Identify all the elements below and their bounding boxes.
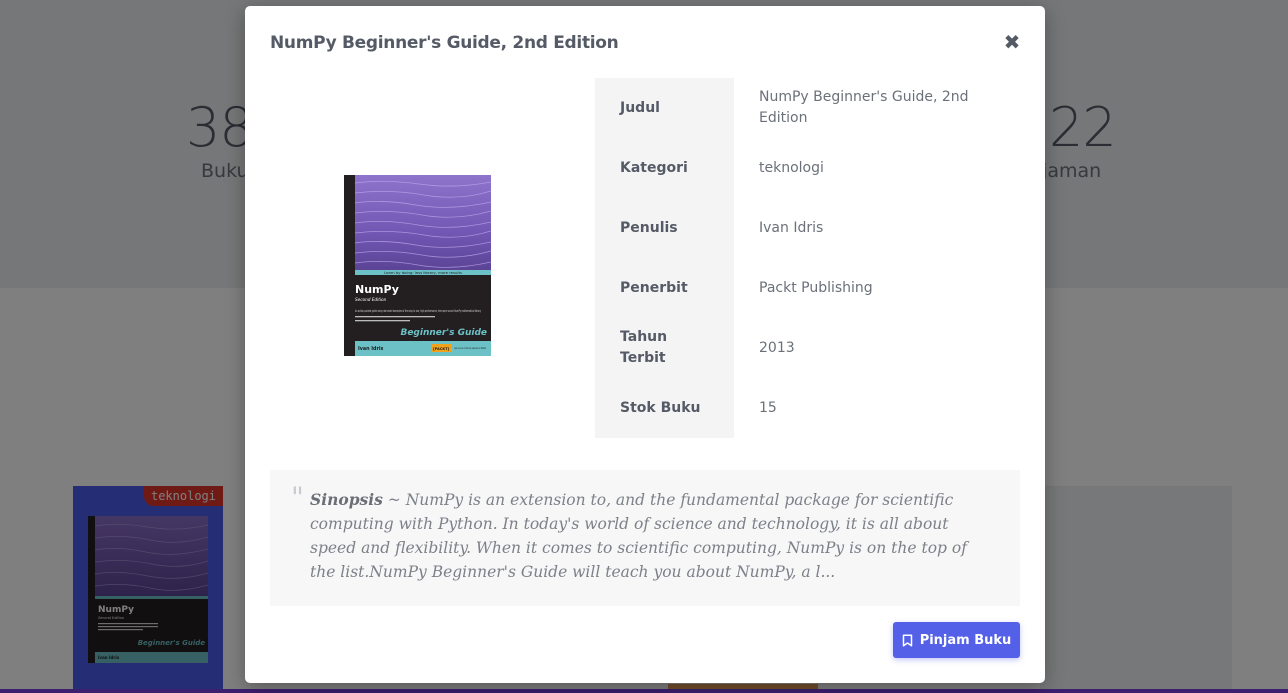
detail-key: Penerbit bbox=[595, 258, 734, 318]
detail-key: Tahun Terbit bbox=[595, 318, 734, 378]
detail-value: teknologi bbox=[759, 159, 824, 176]
book-details-table: Judul NumPy Beginner's Guide, 2nd Editio… bbox=[595, 78, 1020, 438]
detail-value: Ivan Idris bbox=[759, 219, 824, 236]
close-icon: ✖ bbox=[1003, 30, 1021, 54]
book-cover-image: Learn by doing: less theory, more result… bbox=[344, 175, 492, 356]
detail-key: Judul bbox=[595, 78, 734, 138]
detail-key: Kategori bbox=[595, 138, 734, 198]
detail-value: 2013 bbox=[759, 339, 795, 356]
detail-value: Packt Publishing bbox=[759, 279, 873, 296]
cover-publisher-note: open source community experience distill… bbox=[454, 347, 486, 350]
borrow-book-button[interactable]: Pinjam Buku bbox=[893, 622, 1020, 658]
detail-row-penerbit: Penerbit Packt Publishing bbox=[595, 258, 1020, 318]
synopsis-text: NumPy is an extension to, and the fundam… bbox=[310, 491, 967, 581]
detail-row-tahun-terbit: Tahun Terbit 2013 bbox=[595, 318, 1020, 378]
cover-series: Beginner's Guide bbox=[400, 328, 487, 338]
detail-value: NumPy Beginner's Guide, 2nd Edition bbox=[759, 89, 969, 126]
cover-tagline: Learn by doing: less theory, more result… bbox=[384, 270, 462, 275]
cover-author: Ivan Idris bbox=[358, 346, 383, 352]
modal-title: NumPy Beginner's Guide, 2nd Edition bbox=[270, 33, 619, 53]
cover-blurb: An action-packed guide using real world … bbox=[355, 309, 481, 313]
synopsis-label: Sinopsis bbox=[310, 490, 383, 509]
book-detail-modal: NumPy Beginner's Guide, 2nd Edition ✖ Le… bbox=[245, 6, 1045, 683]
detail-row-judul: Judul NumPy Beginner's Guide, 2nd Editio… bbox=[595, 78, 1020, 138]
cover-edition: Second Edition bbox=[355, 297, 387, 302]
detail-row-penulis: Penulis Ivan Idris bbox=[595, 198, 1020, 258]
detail-key: Penulis bbox=[595, 198, 734, 258]
detail-row-stok-buku: Stok Buku 15 bbox=[595, 378, 1020, 438]
detail-key: Stok Buku bbox=[595, 378, 734, 438]
synopsis-blockquote: " Sinopsis ~ NumPy is an extension to, a… bbox=[270, 470, 1020, 606]
close-button[interactable]: ✖ bbox=[1002, 30, 1022, 54]
detail-value: 15 bbox=[759, 399, 777, 416]
detail-row-kategori: Kategori teknologi bbox=[595, 138, 1020, 198]
synopsis-separator: ~ bbox=[382, 491, 406, 509]
bookmark-icon bbox=[902, 633, 912, 647]
cover-publisher: [PACKT] bbox=[433, 347, 450, 351]
book-cover: Learn by doing: less theory, more result… bbox=[344, 175, 492, 356]
cover-title: NumPy bbox=[355, 283, 399, 296]
borrow-book-label: Pinjam Buku bbox=[919, 632, 1012, 648]
quote-icon: " bbox=[291, 481, 304, 514]
